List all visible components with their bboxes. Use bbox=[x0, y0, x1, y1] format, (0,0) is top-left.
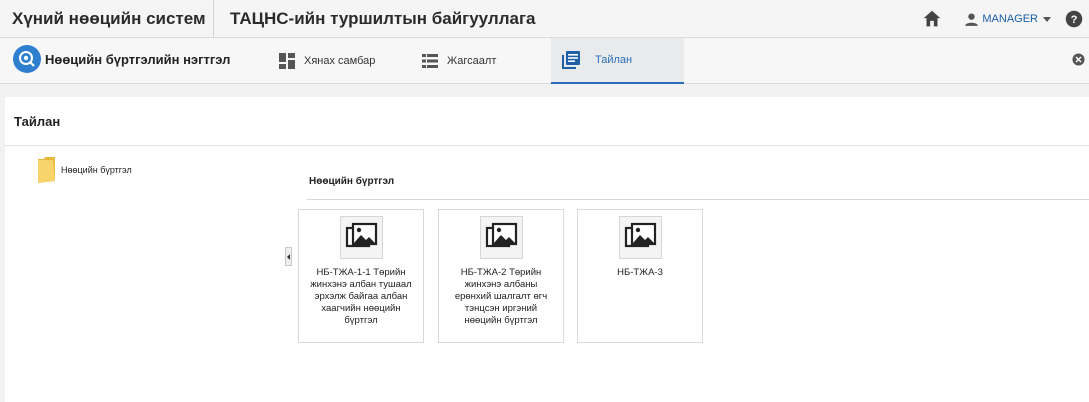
user-icon bbox=[965, 12, 979, 26]
home-icon[interactable] bbox=[921, 8, 943, 30]
report-card[interactable]: НБ-ТЖА-2 Төрийн жинхэнэ албаны ерөнхий ш… bbox=[438, 209, 564, 343]
report-card[interactable]: НБ-ТЖА-3 bbox=[577, 209, 703, 343]
module-title: Нөөцийн бүртгэлийн нэгтгэл bbox=[45, 51, 231, 67]
image-icon bbox=[619, 216, 662, 259]
user-menu[interactable]: MANAGER bbox=[963, 11, 1051, 28]
top-right-controls: MANAGER ? bbox=[921, 0, 1089, 38]
chevron-down-icon bbox=[1043, 16, 1051, 22]
module-header: Нөөцийн бүртгэлийн нэгтгэл bbox=[13, 45, 230, 73]
app-title: Хүний нөөцийн систем bbox=[0, 0, 214, 38]
folder-icon bbox=[38, 157, 55, 183]
module-nav-bar: Нөөцийн бүртгэлийн нэгтгэл Хянах самбар … bbox=[0, 38, 1089, 84]
top-bar: Хүний нөөцийн систем ТАЦНС-ийн туршилтын… bbox=[0, 0, 1089, 38]
tab-label: Тайлан bbox=[595, 54, 633, 66]
group-title: Нөөцийн бүртгэл bbox=[309, 176, 395, 187]
group-divider bbox=[307, 199, 1089, 200]
tree-item-resource-registry[interactable]: Нөөцийн бүртгэл bbox=[38, 157, 132, 183]
image-icon bbox=[340, 216, 383, 259]
tab-dashboard[interactable]: Хянах самбар bbox=[279, 38, 375, 84]
list-icon bbox=[422, 54, 438, 68]
report-icon bbox=[562, 51, 580, 69]
user-name: MANAGER bbox=[982, 13, 1038, 25]
organization-title: ТАЦНС-ийн туршилтын байгууллага bbox=[230, 8, 536, 28]
tab-list[interactable]: Жагсаалт bbox=[422, 38, 496, 84]
report-card-label: НБ-ТЖА-1-1 Төрийн жинхэнэ албан тушаал э… bbox=[310, 267, 412, 326]
page-title: Тайлан bbox=[14, 114, 61, 129]
collapse-panel-button[interactable] bbox=[285, 247, 292, 266]
title-divider bbox=[5, 145, 1089, 146]
report-card-label: НБ-ТЖА-3 bbox=[617, 267, 663, 278]
module-search-icon bbox=[13, 45, 41, 73]
tab-report[interactable]: Тайлан bbox=[551, 38, 684, 84]
image-icon bbox=[480, 216, 523, 259]
close-icon[interactable] bbox=[1072, 53, 1085, 66]
report-card[interactable]: НБ-ТЖА-1-1 Төрийн жинхэнэ албан тушаал э… bbox=[298, 209, 424, 343]
tree-item-label: Нөөцийн бүртгэл bbox=[61, 165, 132, 175]
report-card-label: НБ-ТЖА-2 Төрийн жинхэнэ албаны ерөнхий ш… bbox=[454, 267, 548, 326]
tab-label: Хянах самбар bbox=[304, 55, 376, 67]
report-panel: Тайлан Нөөцийн бүртгэл Нөөцийн бүртгэл Н… bbox=[5, 97, 1089, 402]
svg-text:?: ? bbox=[1071, 14, 1078, 26]
help-icon[interactable]: ? bbox=[1065, 10, 1083, 28]
tab-label: Жагсаалт bbox=[447, 55, 497, 67]
dashboard-icon bbox=[279, 53, 295, 69]
